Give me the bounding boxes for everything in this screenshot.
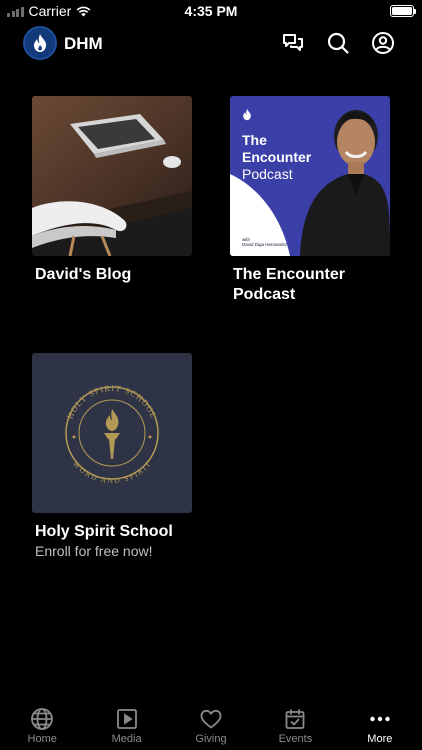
battery-icon [390, 5, 416, 17]
globe-icon [31, 708, 54, 730]
chat-icon[interactable] [281, 31, 305, 55]
app-header: DHM [0, 26, 422, 62]
artwork-title: The Encounter Podcast [242, 132, 311, 183]
card-davids-blog[interactable]: David's Blog [32, 96, 192, 285]
tab-more[interactable]: More [338, 700, 422, 750]
clock: 4:35 PM [184, 3, 238, 19]
artwork-line-3: Podcast [242, 166, 293, 182]
card-holy-spirit-school[interactable]: HOLY SPIRIT SCHOOL WORD AND SPIRIT Holy … [32, 353, 192, 560]
search-icon[interactable] [326, 31, 350, 55]
card-title: Holy Spirit School [35, 523, 173, 540]
podcast-artwork: The Encounter Podcast with David Diga He… [230, 96, 390, 256]
app-name: DHM [64, 34, 103, 53]
tab-label: Media [111, 733, 142, 745]
account-icon[interactable] [371, 31, 395, 55]
card-encounter-podcast[interactable]: The Encounter Podcast with David Diga He… [230, 96, 390, 305]
heart-icon [200, 709, 222, 729]
tab-bar: Home Media Giving Events More [0, 700, 422, 750]
laptop-desk-photo [32, 96, 192, 256]
card-title: The Encounter Podcast [233, 266, 346, 303]
more-icon [370, 716, 390, 722]
flame-icon [243, 108, 251, 121]
tab-giving[interactable]: Giving [169, 700, 253, 750]
tab-label: More [367, 733, 393, 745]
artwork-line-1: The [242, 132, 267, 148]
artwork-line-2: Encounter [242, 149, 312, 165]
tab-label: Giving [195, 733, 227, 745]
tab-label: Home [27, 733, 57, 745]
card-subtitle: Enroll for free now! [35, 543, 153, 559]
flame-icon [33, 34, 47, 52]
status-bar: Carrier 4:35 PM [0, 0, 422, 22]
app-logo[interactable] [23, 26, 57, 60]
tab-home[interactable]: Home [0, 700, 84, 750]
card-title: David's Blog [35, 266, 132, 283]
tab-label: Events [278, 733, 313, 745]
seal-artwork: HOLY SPIRIT SCHOOL WORD AND SPIRIT [32, 353, 192, 513]
artwork-host: with David Diga Hernandez [242, 237, 288, 247]
tab-events[interactable]: Events [253, 700, 337, 750]
tab-media[interactable]: Media [84, 700, 168, 750]
play-icon [116, 709, 137, 729]
calendar-icon [286, 709, 305, 729]
